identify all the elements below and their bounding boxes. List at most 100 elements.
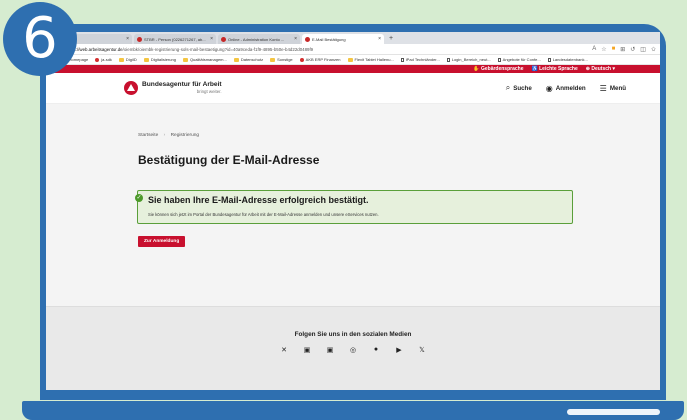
tab-label: E-Mail Bestätigung [312,36,346,42]
search-button[interactable]: ⌕ Suche [506,83,532,93]
logo-tagline: bringt weiter. [196,88,222,94]
bookmark-item[interactable]: ja-sdk [95,57,112,62]
menu-button[interactable]: ☰ Menü [600,84,626,93]
bookmark-item[interactable]: Angebote für Confe... [497,57,541,62]
breadcrumb: Startseite › Registrierung [138,133,199,138]
bookmark-item[interactable]: Digitalisierung [143,57,176,62]
user-icon: ◉ [545,83,553,93]
breadcrumb-separator: › [163,133,166,138]
footer-title: Folgen Sie uns in den sozialen Medien [294,331,412,338]
bookmark-item[interactable]: Sonstige [270,57,293,62]
folder-icon [347,57,353,62]
bookmark-label: Sonstige [277,57,293,62]
address-bar: ↻ 🔒︎ https://web.arbeitsagentur.de/oiemb… [46,44,660,55]
url-path: /oiembk/oiembk-registrierung-sols-mail-b… [122,46,314,52]
easy-language-link[interactable]: ♿ Leichte Sprache [532,66,578,72]
bookmark-label: Datenschutz [240,57,264,62]
bookmark-item[interactable]: Datenschutz [233,57,264,62]
social-links: ✕ ▣ ▣ ◎ ● ▶ 𝕏 [46,346,660,354]
favicon-icon [221,36,226,42]
extension-icon[interactable]: ■ [612,46,616,53]
linkedin-alt-icon[interactable]: ▣ [326,346,334,354]
bookmark-label: ja-sdk [101,57,112,62]
folder-icon [270,57,276,62]
checkmark-icon: ✓ [135,194,143,202]
bookmark-label: Digitalisierung [150,57,176,62]
youtube-icon[interactable]: ▶ [395,346,403,354]
folder-icon [233,57,239,62]
bookmark-item[interactable]: Qualitätsmanagem... [182,57,227,62]
favorite-star-icon[interactable]: ☆ [601,46,606,53]
bookmark-item[interactable]: Login_Bereich_neut... [446,57,491,62]
close-icon[interactable]: × [294,36,297,42]
logo-icon [124,81,138,95]
bookmark-label: DigiID [125,57,137,62]
site-icon [299,57,304,62]
favorites-icon[interactable]: ✩ [651,46,656,53]
browser-tab-active[interactable]: E-Mail Bestätigung × [302,34,384,44]
success-title: Sie haben Ihre E-Mail-Adresse erfolgreic… [148,195,369,205]
x-icon[interactable]: 𝕏 [418,346,426,354]
new-tab-button[interactable]: + [386,34,396,44]
language-label: Deutsch [591,66,612,72]
success-message: ✓ Sie haben Ihre E-Mail-Adresse erfolgre… [135,190,573,224]
page-icon [446,57,450,62]
browser-window: ldung × STBR - Person (0226271267, ab...… [46,32,660,390]
linkedin-icon[interactable]: ▣ [303,346,311,354]
hamburger-icon: ☰ [599,83,607,93]
login-button[interactable]: ◉ Anmelden [546,84,586,93]
bookmark-label: Qualitätsmanagem... [189,57,227,62]
bookmark-item[interactable]: DigiID [118,57,137,62]
laptop-notch [567,409,660,415]
grid-icon[interactable]: ⊞ [620,46,625,53]
site-header: Bundesagentur für Arbeit bringt weiter. … [46,73,660,104]
site-icon [95,57,100,62]
browser-tab[interactable]: STBR - Person (0226271267, ab... × [134,34,216,44]
read-aloud-icon[interactable]: A [592,46,596,53]
step-badge: 6 [3,2,77,76]
close-icon[interactable]: × [126,36,129,42]
accessibility-bar: ✋ Gebärdensprache ♿ Leichte Sprache ⊕ De… [46,65,660,73]
link-label: Leichte Sprache [539,66,578,72]
menu-label: Menü [609,84,626,92]
page-icon [400,57,404,62]
favicon-icon [137,36,142,42]
sign-language-link[interactable]: ✋ Gebärdensprache [473,66,523,72]
header-actions: ⌕ Suche ◉ Anmelden ☰ Menü [506,83,626,93]
tab-bar: ldung × STBR - Person (0226271267, ab...… [46,32,660,44]
bookmark-label: Angebote für Confe... [502,57,541,62]
logo[interactable]: Bundesagentur für Arbeit bringt weiter. [124,81,222,95]
instagram-icon[interactable]: ◎ [349,346,357,354]
login-cta-button[interactable]: Zur Anmeldung [138,236,186,247]
bookmark-label: Flexit Tablet Hallenu... [354,57,394,62]
page-icon [547,57,551,62]
breadcrumb-home[interactable]: Startseite [138,133,158,138]
bookmarks-bar: ter Homepage ja-sdk DigiID Digitalisieru… [46,55,660,65]
logo-text: Bundesagentur für Arbeit bringt weiter. [142,81,222,94]
page-icon [497,57,501,62]
search-icon: ⌕ [505,83,511,92]
bookmark-item[interactable]: iPad Techniänder... [400,57,440,62]
tab-label: Online - Administration Konto ... [228,36,285,42]
facebook-icon[interactable]: ● [372,346,380,354]
folder-icon [182,57,188,62]
browser-tab[interactable]: Online - Administration Konto ... × [218,34,300,44]
main-content: Startseite › Registrierung Bestätigung d… [46,104,660,306]
close-icon[interactable]: × [210,36,213,42]
bookmark-item[interactable]: Landesdatenbank... [547,57,588,62]
bookmark-label: iPad Techniänder... [405,57,440,62]
folder-icon [143,57,149,62]
xing-icon[interactable]: ✕ [280,346,288,354]
url-field[interactable]: https://web.arbeitsagentur.de/oiembk/oie… [66,47,588,52]
favicon-icon [305,36,310,42]
bookmark-label: AKB ERP Finanzen [305,57,341,62]
breadcrumb-current: Registrierung [170,133,200,138]
split-screen-icon[interactable]: ◫ [640,46,646,53]
bookmark-item[interactable]: Flexit Tablet Hallenu... [347,57,394,62]
bookmark-item[interactable]: AKB ERP Finanzen [299,57,341,62]
language-selector[interactable]: ⊕ Deutsch ▾ [586,66,615,72]
link-label: Gebärdensprache [480,66,524,72]
search-label: Suche [513,84,532,92]
refresh-extension-icon[interactable]: ↺ [630,46,635,53]
close-icon[interactable]: × [378,36,381,42]
